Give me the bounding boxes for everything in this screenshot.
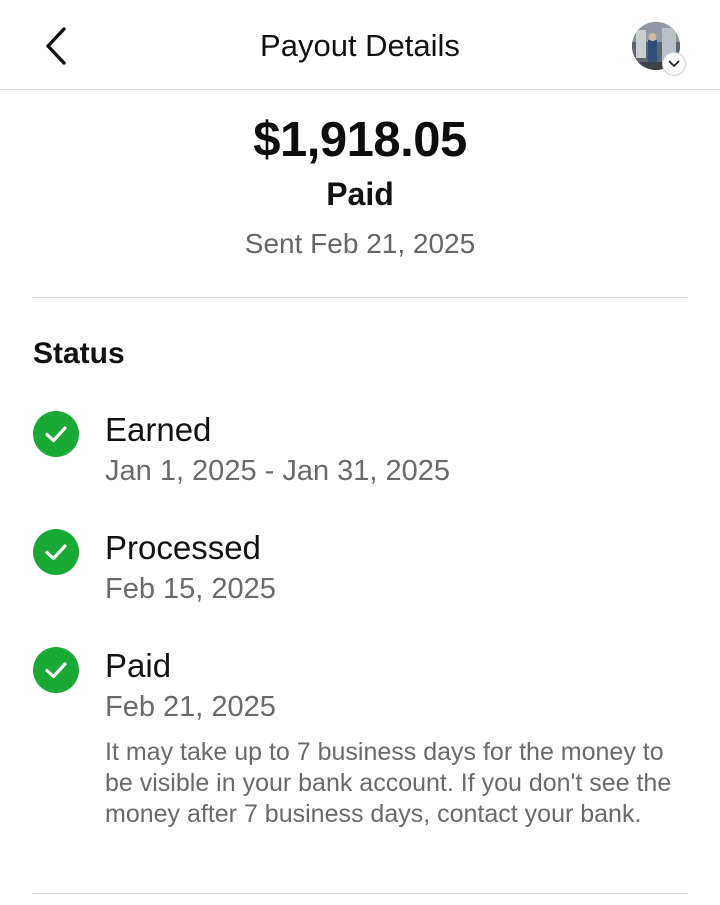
status-section-title: Status	[33, 337, 125, 370]
check-circle-icon	[33, 411, 79, 457]
payout-sent-date: Sent Feb 21, 2025	[244, 228, 476, 259]
divider	[32, 297, 688, 298]
status-label: Paid	[105, 647, 172, 684]
account-switch-badge	[662, 52, 686, 76]
status-date: Jan 1, 2025 - Jan 31, 2025	[105, 455, 451, 487]
status-date: Feb 15, 2025	[105, 573, 276, 605]
payout-amount: $1,918.05	[253, 113, 467, 167]
status-date: Feb 21, 2025	[105, 691, 276, 723]
status-note: It may take up to 7 business days for th…	[105, 738, 672, 828]
chevron-down-icon	[668, 60, 680, 67]
page-title: Payout Details	[260, 28, 460, 63]
payout-state: Paid	[326, 176, 394, 212]
profile-avatar-button[interactable]	[632, 22, 686, 76]
status-label: Earned	[105, 411, 212, 448]
top-app-bar: Payout Details	[0, 0, 720, 90]
status-label: Processed	[105, 529, 261, 566]
divider	[32, 893, 688, 894]
check-circle-icon	[33, 529, 79, 575]
check-circle-icon	[33, 647, 79, 693]
